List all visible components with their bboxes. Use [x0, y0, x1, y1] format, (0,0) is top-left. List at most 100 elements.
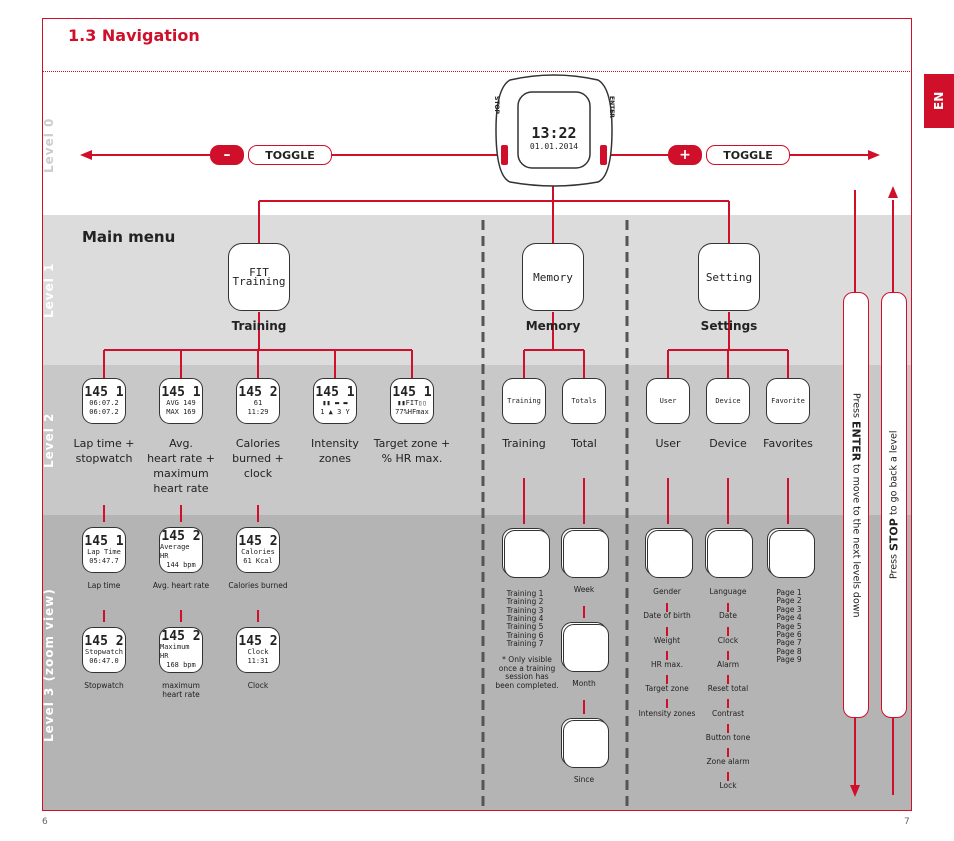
caption: Lap time — [87, 581, 121, 590]
minus-button[interactable]: – — [210, 145, 244, 165]
screen-line: 145 2 — [238, 633, 278, 649]
watch-screen: ▤ Weeks — [565, 532, 609, 578]
caption: HR max. — [651, 659, 683, 669]
main-menu-heading: Main menu — [82, 228, 176, 246]
screen-line: 61 — [253, 398, 263, 407]
screen-line: Favorite — [771, 396, 805, 405]
watch-screen: Gender male — [649, 532, 693, 578]
screen-line: Favorite — [776, 546, 810, 554]
caption: Intensity zones — [638, 708, 696, 718]
watch-time: 13:22 — [531, 124, 577, 142]
screen-line: Clock — [247, 647, 269, 656]
screen-line: 11:29 — [247, 407, 269, 416]
caption: Date of birth — [643, 611, 691, 621]
watch-screen: 145 1 Lap Time 05:47.7 — [82, 527, 126, 573]
toggle-left-label: TOGGLE — [248, 145, 332, 165]
screen-line: 06:47.0 — [89, 656, 119, 665]
watch-screen: User — [646, 378, 690, 424]
caption: Target zone + % HR max. — [373, 437, 451, 465]
caption: Page 9 — [776, 655, 802, 665]
toggle-right[interactable]: + TOGGLE — [668, 145, 790, 165]
screen-line: Average HR — [160, 543, 190, 560]
caption: Reset total — [707, 684, 749, 694]
plus-button[interactable]: + — [668, 145, 702, 165]
screen-line: 145 2 — [84, 633, 124, 649]
screen-line: 144 bpm — [166, 561, 196, 569]
screen-line: Months — [574, 649, 600, 657]
screen-line: 61 Kcal — [243, 556, 273, 565]
level1-label: Training — [231, 319, 287, 333]
caption: Device — [709, 437, 747, 450]
screen-line: Page 1 — [780, 555, 806, 563]
watch-stack: Gender male — [645, 528, 693, 578]
screen-line: ▮▮ ▬ ▬ — [322, 398, 348, 407]
screen-line: 06:07.2 — [89, 398, 119, 407]
hint-key: ENTER — [849, 420, 863, 461]
watch-stack: ▤ Months — [561, 622, 609, 672]
watch-screen: Favorite Page 1 — [771, 532, 815, 578]
watch-screen: 145 2 Calories 61 Kcal — [236, 527, 280, 573]
page-number-right: 7 — [904, 817, 910, 827]
screen-line: Training — [507, 396, 541, 405]
hint-post: to go back a level — [888, 430, 900, 519]
watch-screen: Language English — [709, 532, 753, 578]
screen-line: AVG 149 — [166, 398, 196, 407]
caption: User — [655, 437, 681, 450]
watch-screen: Memory — [522, 243, 584, 311]
stop-hint: Press STOP to go back a level — [881, 292, 907, 718]
screen-line: 11:08 — [517, 555, 539, 563]
caption: Intensity zones — [311, 437, 359, 465]
watch-screen: 145 1 ▮▮ ▬ ▬ 1 ▲ 3 Y — [313, 378, 357, 424]
screen-line: 145 2 — [161, 529, 201, 544]
caption: Lock — [719, 781, 737, 791]
caption: Alarm — [716, 659, 740, 669]
caption: Date — [719, 611, 737, 621]
caption: Month — [572, 679, 596, 688]
screen-line: 01.01.2014 — [565, 745, 609, 753]
screen-line: Maximum HR — [160, 643, 190, 660]
watch-screen: ▤ Since 01.01.2014 — [565, 722, 609, 768]
screen-line: Language — [714, 546, 748, 554]
watch-display: 13:22 01.01.2014 — [518, 124, 590, 151]
screen-line: ▮▮FIT▯▯ — [397, 398, 427, 407]
screen-line: Stopwatch — [85, 647, 123, 656]
watch-stack: ▤ Since 01.01.2014 — [561, 718, 609, 768]
screen-line: 77%HFmax — [395, 407, 429, 416]
screen-line: 168 bpm — [166, 661, 196, 669]
screen-line: Totals — [571, 396, 597, 405]
watch-screen: Totals — [562, 378, 606, 424]
caption: Training — [502, 437, 546, 450]
watch-screen: Training — [502, 378, 546, 424]
screen-line: 145 1 — [315, 384, 355, 400]
caption: maximum heart rate — [162, 681, 200, 699]
hint-key: STOP — [887, 518, 901, 552]
screen-line: Gender — [658, 546, 684, 554]
watch-screen: Device — [706, 378, 750, 424]
screen-line: 145 2 — [161, 629, 201, 644]
screen-line: Weeks — [576, 555, 598, 563]
caption: Weight — [653, 635, 681, 645]
page-number-left: 6 — [42, 817, 48, 827]
screen-line: Memory — [533, 270, 573, 284]
hint-post: to move to the next levels down — [850, 460, 862, 618]
watch-screen: 145 2 Maximum HR 168 bpm — [159, 627, 203, 673]
screen-line: English — [716, 555, 746, 563]
watch-screen: 145 2 Average HR 144 bpm — [159, 527, 203, 573]
watch-stack: ▤ Weeks — [561, 528, 609, 578]
watch-stack: Language English — [705, 528, 753, 578]
caption: Zone alarm — [706, 757, 750, 767]
watch-screen: ▤ Months — [565, 626, 609, 672]
watch-screen: FIT Training — [228, 243, 290, 311]
caption: Avg. heart rate + maximum heart rate — [147, 437, 215, 495]
watch-screen: 145 2 Clock 11:31 — [236, 627, 280, 673]
caption: Favorites — [763, 437, 813, 450]
caption: Target zone — [645, 684, 689, 694]
screen-line: ▤ Since — [572, 736, 602, 744]
toggle-left[interactable]: – TOGGLE — [210, 145, 332, 165]
caption: Gender — [653, 587, 681, 596]
screen-line: Lap Time — [87, 547, 121, 556]
level1-label: Settings — [700, 319, 758, 333]
screen-line: Calories — [241, 547, 275, 556]
caption: Since — [573, 775, 595, 784]
hint-pre: Press — [888, 551, 900, 580]
